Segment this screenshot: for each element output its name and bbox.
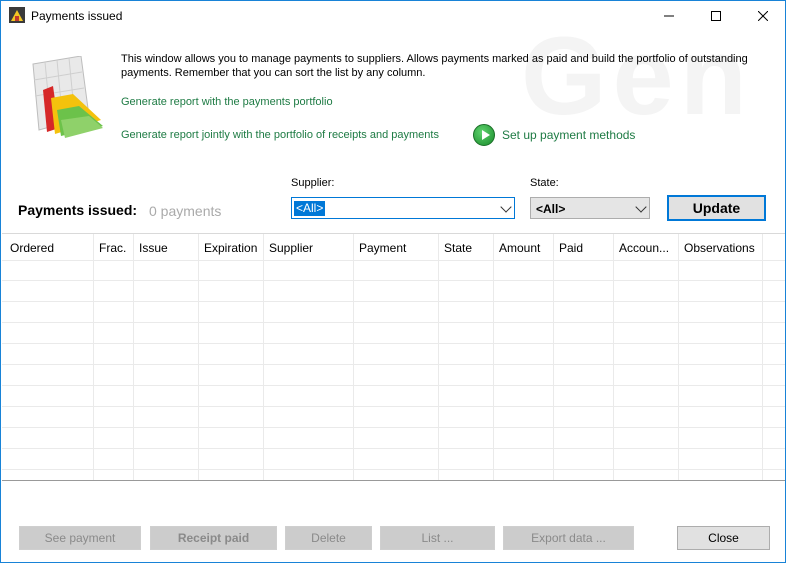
column-paid[interactable]: Paid xyxy=(554,234,614,480)
state-selected-value: <All> xyxy=(536,202,566,216)
table-row-divider xyxy=(2,280,785,281)
supplier-dropdown[interactable]: <All> xyxy=(291,197,515,219)
chart-illustration-icon xyxy=(32,56,103,138)
column-payment[interactable]: Payment xyxy=(354,234,439,480)
maximize-button[interactable] xyxy=(693,1,739,31)
payments-table[interactable]: Ordered Frac. Issue Expiration Supplier … xyxy=(2,233,785,481)
column-header-amount[interactable]: Amount xyxy=(499,241,540,255)
column-header-account[interactable]: Accoun... xyxy=(619,241,669,255)
column-header-frac[interactable]: Frac. xyxy=(99,241,126,255)
chevron-down-icon xyxy=(500,201,512,213)
payments-count: 0 payments xyxy=(149,203,222,219)
table-row-divider xyxy=(2,260,785,261)
column-observations[interactable]: Observations xyxy=(679,234,763,480)
window-title: Payments issued xyxy=(31,9,123,23)
chevron-down-icon xyxy=(635,201,647,213)
state-dropdown[interactable]: <All> xyxy=(530,197,650,219)
table-row-divider xyxy=(2,448,785,449)
see-payment-button[interactable]: See payment xyxy=(19,526,141,550)
table-row-divider xyxy=(2,364,785,365)
column-ordered[interactable]: Ordered xyxy=(2,234,94,480)
title-bar[interactable]: Payments issued xyxy=(1,1,785,31)
intro-description: This window allows you to manage payment… xyxy=(121,53,748,79)
column-frac[interactable]: Frac. xyxy=(94,234,134,480)
supplier-selected-value: <All> xyxy=(294,201,326,216)
column-header-ordered[interactable]: Ordered xyxy=(10,241,54,255)
supplier-label: Supplier: xyxy=(291,177,335,189)
column-header-issue[interactable]: Issue xyxy=(139,241,168,255)
minimize-button[interactable] xyxy=(646,1,692,31)
generate-joint-report-link[interactable]: Generate report jointly with the portfol… xyxy=(121,129,439,141)
setup-payment-methods-link[interactable]: Set up payment methods xyxy=(502,128,635,142)
payments-issued-heading: Payments issued: xyxy=(18,202,138,218)
table-row-divider xyxy=(2,385,785,386)
app-icon xyxy=(9,7,25,23)
table-row-divider xyxy=(2,301,785,302)
column-account[interactable]: Accoun... xyxy=(614,234,679,480)
close-button[interactable]: Close xyxy=(677,526,770,550)
column-state[interactable]: State xyxy=(439,234,494,480)
state-label: State: xyxy=(530,177,559,189)
column-issue[interactable]: Issue xyxy=(134,234,199,480)
table-row-divider xyxy=(2,343,785,344)
minimize-icon xyxy=(664,15,674,17)
list-button[interactable]: List ... xyxy=(380,526,495,550)
column-header-supplier[interactable]: Supplier xyxy=(269,241,313,255)
column-header-expiration[interactable]: Expiration xyxy=(204,241,257,255)
export-data-button[interactable]: Export data ... xyxy=(503,526,634,550)
column-amount[interactable]: Amount xyxy=(494,234,554,480)
receipt-paid-button[interactable]: Receipt paid xyxy=(150,526,277,550)
table-row-divider xyxy=(2,406,785,407)
column-header-paid[interactable]: Paid xyxy=(559,241,583,255)
column-header-state[interactable]: State xyxy=(444,241,472,255)
table-row-divider xyxy=(2,322,785,323)
column-header-payment[interactable]: Payment xyxy=(359,241,406,255)
column-header-observations[interactable]: Observations xyxy=(684,241,755,255)
payments-window: Gen Payments issued This window allows y… xyxy=(0,0,786,563)
maximize-icon xyxy=(711,11,721,21)
column-expiration[interactable]: Expiration xyxy=(199,234,264,480)
delete-button[interactable]: Delete xyxy=(285,526,372,550)
play-icon[interactable] xyxy=(473,124,495,146)
window-close-button[interactable] xyxy=(740,1,786,31)
table-row-divider xyxy=(2,427,785,428)
generate-portfolio-report-link[interactable]: Generate report with the payments portfo… xyxy=(121,96,333,108)
column-supplier[interactable]: Supplier xyxy=(264,234,354,480)
table-row-divider xyxy=(2,469,785,470)
update-button[interactable]: Update xyxy=(667,195,766,221)
close-icon xyxy=(758,11,768,21)
